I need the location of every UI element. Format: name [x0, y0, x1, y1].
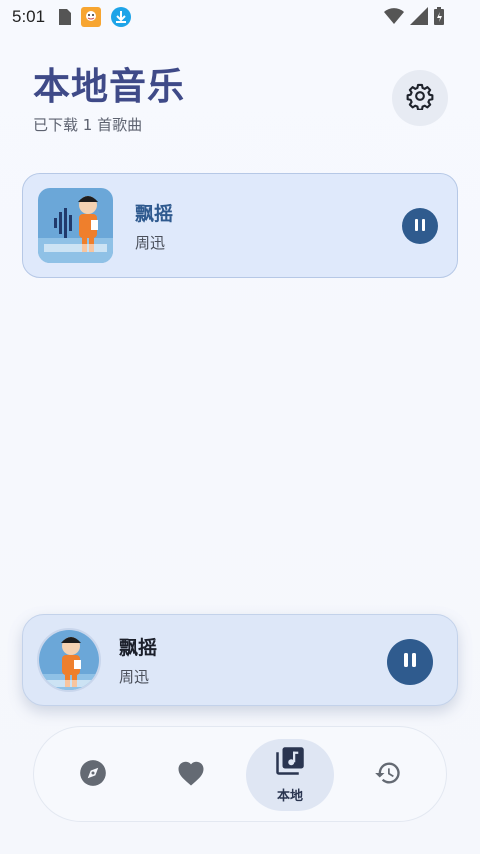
- page-title: 本地音乐: [33, 65, 185, 108]
- page-subtitle: 已下载 1 首歌曲: [33, 116, 143, 134]
- gear-icon: [406, 82, 434, 114]
- status-time: 5:01: [12, 7, 46, 26]
- pause-icon: [413, 217, 427, 236]
- battery-icon: [434, 7, 444, 29]
- song-artist: 周迅: [135, 233, 166, 252]
- settings-button[interactable]: [392, 70, 448, 126]
- song-info: 飘摇 周迅: [135, 199, 173, 253]
- header: 本地音乐 已下载 1 首歌曲: [33, 62, 448, 142]
- bottom-nav: 本地: [33, 726, 447, 822]
- wifi-icon: [384, 8, 404, 28]
- mini-player[interactable]: 飘摇 周迅: [22, 614, 458, 706]
- album-cover: [38, 188, 113, 263]
- pause-button[interactable]: [402, 208, 438, 244]
- status-bar: 5:01: [0, 0, 480, 34]
- sim-card-icon: [59, 9, 72, 25]
- nav-item-local-label: 本地: [276, 789, 303, 804]
- song-list-item[interactable]: 飘摇 周迅: [22, 173, 458, 278]
- music-library-icon: [275, 746, 305, 780]
- heart-icon: [176, 759, 206, 791]
- mini-player-cover: [37, 628, 101, 692]
- mini-player-pause-button[interactable]: [387, 639, 433, 685]
- signal-icon: [410, 7, 428, 29]
- nav-item-favorites[interactable]: [147, 739, 235, 811]
- mini-player-artist: 周迅: [119, 668, 150, 686]
- pause-icon: [401, 651, 419, 673]
- nav-item-history[interactable]: [344, 739, 432, 811]
- nav-item-discover[interactable]: [49, 739, 137, 811]
- mini-player-title: 飘摇: [119, 637, 158, 659]
- history-icon: [374, 759, 402, 791]
- screen: 5:01 本地音乐 已下载 1 首歌曲 飘摇 周迅 飘摇 周迅 本地: [0, 0, 480, 854]
- mini-player-info: 飘摇 周迅: [119, 633, 157, 687]
- app-notification-icon: [81, 7, 102, 27]
- download-icon: [111, 7, 132, 27]
- song-title: 飘摇: [135, 202, 174, 225]
- nav-item-local[interactable]: 本地: [246, 739, 334, 811]
- compass-icon: [79, 759, 107, 791]
